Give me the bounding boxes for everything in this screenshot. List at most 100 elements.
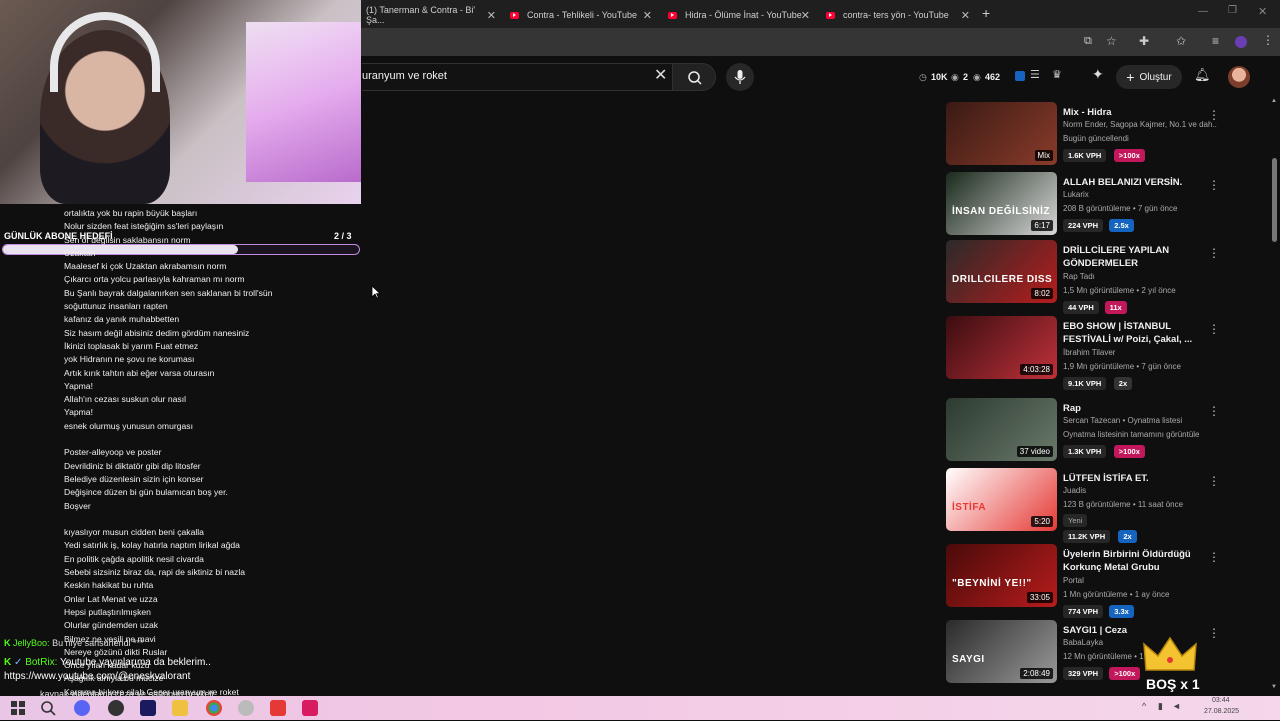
settings-icon[interactable]: ☰ xyxy=(1030,68,1040,81)
more-options-icon[interactable]: ⋮ xyxy=(1208,474,1220,488)
more-options-icon[interactable]: ⋮ xyxy=(1208,246,1220,260)
multiplier-badge: 11x xyxy=(1104,301,1127,314)
obs-icon[interactable] xyxy=(108,700,124,716)
video-thumbnail[interactable]: İSTİFA 5:20 xyxy=(946,468,1057,531)
recommended-video[interactable]: Mix Mix - Hidra Norm Ender, Sagopa Kajmer,… xyxy=(946,102,1226,168)
video-title[interactable]: Rap xyxy=(1063,402,1213,415)
voice-search-button[interactable] xyxy=(726,63,754,91)
channel-name[interactable]: Norm Ender, Sagopa Kajmer, No.1 ve dah..… xyxy=(1063,120,1217,129)
favorites-icon[interactable]: ✩ xyxy=(1176,34,1186,48)
chrome-icon[interactable] xyxy=(206,700,222,716)
create-label: Oluştur xyxy=(1139,71,1172,83)
tab-title: contra- ters yön - YouTube xyxy=(843,10,949,20)
video-title[interactable]: Üyelerin Birbirini Öldürdüğü Korkunç Met… xyxy=(1063,548,1213,574)
video-thumbnail[interactable]: İNSAN DEĞİLSİNİZ 6:17 xyxy=(946,172,1057,235)
video-thumbnail[interactable]: 4:03:28 xyxy=(946,316,1057,379)
video-thumbnail[interactable]: 37 video xyxy=(946,398,1057,461)
reading-list-icon[interactable]: ≡ xyxy=(1212,34,1219,48)
more-options-icon[interactable]: ⋮ xyxy=(1208,108,1220,122)
video-duration: 37 video xyxy=(1016,446,1053,457)
close-icon[interactable]: ✕ xyxy=(961,9,970,22)
premiere-icon[interactable] xyxy=(140,700,156,716)
search-button[interactable] xyxy=(672,63,716,91)
studio-icon[interactable]: ✦ xyxy=(1092,66,1104,83)
avatar[interactable] xyxy=(1228,66,1250,88)
video-stats: 1 Mn görüntüleme • 1 ay önce xyxy=(1063,590,1170,599)
tray-chevron-icon[interactable]: ^ xyxy=(1142,701,1146,711)
close-icon[interactable]: ✕ xyxy=(487,9,496,22)
volume-icon[interactable]: ◄ xyxy=(1172,701,1181,711)
channel-name[interactable]: Lukarix xyxy=(1063,190,1217,199)
recommended-video[interactable]: İSTİFA 5:20 LÜTFEN İSTİFA ET. Juadis 123 B g… xyxy=(946,468,1226,543)
scrollbar-thumb[interactable] xyxy=(1272,158,1277,242)
windows-start-icon[interactable] xyxy=(10,700,26,716)
more-options-icon[interactable]: ⋮ xyxy=(1208,404,1220,418)
multiplier-badge: 2x xyxy=(1113,377,1133,390)
notifications-icon[interactable]: 🔔︎ xyxy=(1194,67,1211,83)
network-icon[interactable]: ▮ xyxy=(1158,701,1163,712)
channel-name[interactable]: İbrahim Tilaver xyxy=(1063,348,1217,357)
lyric-line: Artık kırık tahtın abi eğer varsa oturas… xyxy=(64,367,215,378)
extensions-icon[interactable]: ✚ xyxy=(1139,34,1149,48)
channel-name[interactable]: Portal xyxy=(1063,576,1217,585)
extension-icon[interactable] xyxy=(1015,71,1025,81)
vph-badge: 9.1K VPH xyxy=(1063,377,1107,390)
recommended-video[interactable]: 37 video Rap Sercan Tazecan • Oynatma list… xyxy=(946,398,1226,464)
close-icon[interactable]: ✕ xyxy=(643,9,652,22)
discord-icon[interactable] xyxy=(74,700,90,716)
search-icon[interactable] xyxy=(40,700,56,716)
chat-link[interactable]: https://www.youtube.com/@eneskvalorant xyxy=(4,671,190,682)
video-thumbnail[interactable]: "BEYNİNİ YE!!" 33:05 xyxy=(946,544,1057,607)
file-explorer-icon[interactable] xyxy=(172,700,188,716)
scroll-up-icon[interactable]: ▲ xyxy=(1271,98,1277,104)
tab-title: (1) Tanerman & Contra - Bi' Şa... xyxy=(366,5,476,25)
recommended-video[interactable]: 4:03:28 EBO SHOW | İSTANBUL FESTİVALİ w/ … xyxy=(946,316,1226,390)
multiplier-badge: >100x xyxy=(1113,445,1145,458)
close-icon[interactable]: ✕ xyxy=(801,9,810,22)
scroll-down-icon[interactable]: ▼ xyxy=(1271,684,1277,690)
video-thumbnail[interactable]: DRILLCILERE DISS 8:02 xyxy=(946,240,1057,303)
app-icon[interactable] xyxy=(238,700,254,716)
more-options-icon[interactable]: ⋮ xyxy=(1208,178,1220,192)
taskbar xyxy=(0,696,1280,720)
channel-name[interactable]: Sercan Tazecan • Oynatma listesi xyxy=(1063,416,1217,425)
lyric-line: İkinizi toplasak bi yarım Fuat etmez xyxy=(64,340,199,351)
channel-name[interactable]: Rap Tadı xyxy=(1063,272,1217,281)
more-options-icon[interactable]: ⋮ xyxy=(1208,626,1220,640)
recommended-video[interactable]: İNSAN DEĞİLSİNİZ 6:17 ALLAH BELANIZI VERSİ… xyxy=(946,172,1226,238)
video-thumbnail[interactable]: Mix xyxy=(946,102,1057,165)
recommended-video[interactable]: "BEYNİNİ YE!!" 33:05 Üyelerin Birbirini Öl… xyxy=(946,544,1226,618)
menu-dots-icon[interactable]: ⋮ xyxy=(1262,33,1274,47)
create-button[interactable]: + Oluştur xyxy=(1116,65,1182,89)
video-title[interactable]: DRİLLCİLERE YAPILAN GÖNDERMELER xyxy=(1063,244,1213,270)
video-duration: 6:17 xyxy=(1031,220,1053,231)
cast-icon[interactable]: ⧉ xyxy=(1084,35,1092,48)
channel-name[interactable]: Juadis xyxy=(1063,486,1217,495)
video-title[interactable]: LÜTFEN İSTİFA ET. xyxy=(1063,472,1213,485)
app-icon[interactable] xyxy=(270,700,286,716)
vph-badge: 329 VPH xyxy=(1063,667,1104,680)
profile-icon[interactable] xyxy=(1235,36,1247,48)
video-thumbnail[interactable]: SAYGI 2:08:49 xyxy=(946,620,1057,683)
trophy-icon[interactable]: ♛ xyxy=(1052,68,1062,81)
video-title[interactable]: ALLAH BELANIZI VERSİN. xyxy=(1063,176,1213,189)
window-close-icon[interactable]: ✕ xyxy=(1258,5,1267,18)
lyric-line: En politik çağda apolitik nesil civarda xyxy=(64,553,204,564)
browser-tab[interactable]: Contra - Tehlikeli - YouTube ✕ xyxy=(510,4,652,26)
plus-icon: + xyxy=(1126,69,1135,85)
crown-label: BOŞ x 1 xyxy=(1146,676,1200,692)
more-options-icon[interactable]: ⋮ xyxy=(1208,550,1220,564)
bookmark-star-icon[interactable]: ☆ xyxy=(1106,34,1117,48)
video-title[interactable]: EBO SHOW | İSTANBUL FESTİVALİ w/ Poizi, … xyxy=(1063,320,1213,346)
browser-tab[interactable]: (1) Tanerman & Contra - Bi' Şa... ✕ xyxy=(366,4,496,26)
app-icon[interactable] xyxy=(302,700,318,716)
minimize-icon[interactable]: — xyxy=(1198,6,1208,17)
more-options-icon[interactable]: ⋮ xyxy=(1208,322,1220,336)
maximize-icon[interactable]: ❐ xyxy=(1228,5,1237,16)
video-title[interactable]: Mix - Hidra xyxy=(1063,106,1213,119)
clear-search-icon[interactable]: ✕ xyxy=(654,65,667,85)
browser-tab[interactable]: Hidra - Ölüme İnat - YouTube ✕ xyxy=(668,4,810,26)
recommended-video[interactable]: DRILLCILERE DISS 8:02 DRİLLCİLERE YAPILAN … xyxy=(946,240,1226,314)
new-tab-icon[interactable]: + xyxy=(982,5,990,21)
browser-tab[interactable]: contra- ters yön - YouTube ✕ xyxy=(826,4,970,26)
